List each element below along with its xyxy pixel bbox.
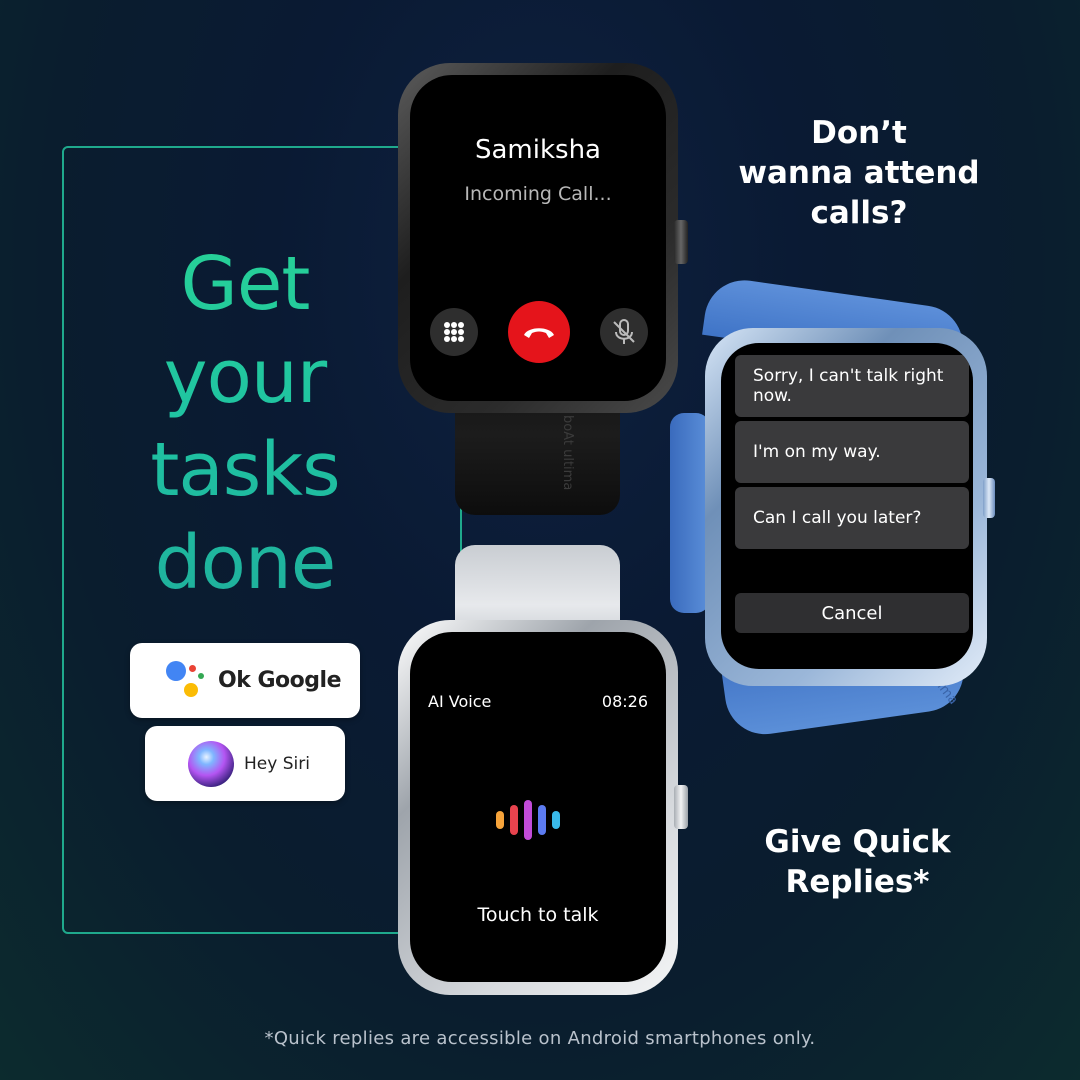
cancel-button[interactable]: Cancel	[735, 593, 969, 633]
touch-to-talk-label[interactable]: Touch to talk	[410, 904, 666, 926]
mute-button[interactable]	[600, 308, 648, 356]
calls-prompt-line-1: Don’t	[811, 115, 907, 151]
watch-crown	[674, 220, 688, 264]
keypad-button[interactable]	[430, 308, 478, 356]
watch-quick-replies: boAt ultima Sorry, I can't talk right no…	[665, 275, 995, 740]
watch-incoming-call: boAt ultima Samiksha Incoming Call...	[390, 55, 700, 525]
ok-google-label: Ok Google	[218, 668, 342, 693]
hey-siri-label: Hey Siri	[244, 753, 310, 774]
disclaimer-footnote: *Quick replies are accessible on Android…	[264, 1028, 816, 1049]
decline-call-button[interactable]	[508, 301, 570, 363]
calls-prompt-line-3: calls?	[810, 195, 908, 231]
replies-prompt-line-2: Replies*	[785, 864, 930, 900]
call-screen: Samiksha Incoming Call...	[410, 75, 666, 401]
clock-time: 08:26	[601, 692, 648, 711]
ok-google-badge: Ok Google	[130, 643, 360, 718]
watch-ai-voice: AI Voice 08:26 Touch to talk	[390, 545, 700, 1000]
mute-mic-icon	[613, 319, 635, 344]
quick-replies-screen: Sorry, I can't talk right now. I'm on my…	[721, 343, 973, 669]
replies-prompt: Give Quick Replies*	[735, 822, 980, 902]
caller-name: Samiksha	[474, 135, 601, 165]
ai-voice-screen: AI Voice 08:26 Touch to talk	[410, 632, 666, 982]
replies-prompt-line-1: Give Quick	[764, 824, 951, 860]
calls-prompt-line-2: wanna attend	[738, 155, 980, 191]
quick-reply-option[interactable]: Can I call you later?	[735, 487, 969, 549]
call-status: Incoming Call...	[464, 183, 612, 205]
hang-up-icon	[524, 328, 554, 338]
headline-line-2: your	[163, 334, 327, 420]
headline-line-3: tasks	[150, 427, 340, 513]
quick-reply-option[interactable]: Sorry, I can't talk right now.	[735, 355, 969, 417]
voice-waveform-icon	[496, 800, 560, 840]
quick-reply-option[interactable]: I'm on my way.	[735, 421, 969, 483]
quick-reply-text: I'm on my way.	[753, 442, 881, 462]
siri-icon	[188, 740, 234, 787]
google-assistant-icon	[164, 659, 208, 703]
watch-crown	[674, 785, 688, 829]
headline-line-4: done	[154, 520, 336, 606]
watch-crown	[983, 478, 995, 518]
headline-line-1: Get	[180, 241, 310, 327]
quick-reply-text: Can I call you later?	[753, 508, 922, 528]
strap-brand-text: boAt ultima	[560, 415, 575, 491]
keypad-icon	[444, 322, 464, 342]
ai-voice-title: AI Voice	[428, 692, 492, 711]
quick-reply-text: Sorry, I can't talk right now.	[753, 366, 944, 406]
headline: Get your tasks done	[95, 238, 395, 610]
hey-siri-badge: Hey Siri	[145, 726, 345, 801]
calls-prompt: Don’t wanna attend calls?	[725, 113, 993, 233]
